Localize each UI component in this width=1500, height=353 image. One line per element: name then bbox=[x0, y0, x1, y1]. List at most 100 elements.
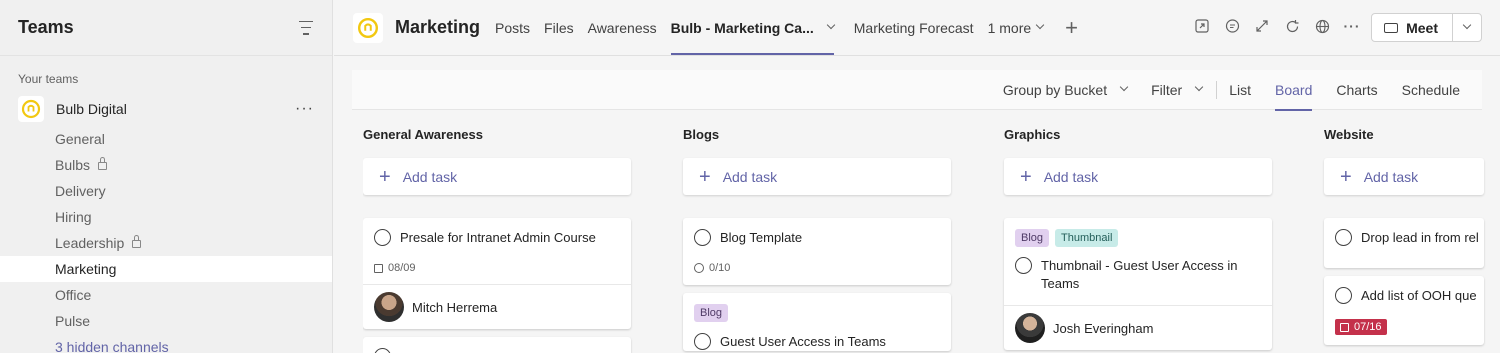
task-title-row: Drop lead in from rel bbox=[1324, 218, 1484, 247]
chat-icon[interactable] bbox=[1224, 18, 1240, 34]
task-board: General Awareness + Add task Presale for … bbox=[363, 117, 1500, 353]
add-task-button[interactable]: + Add task bbox=[363, 158, 631, 195]
chevron-down-icon bbox=[1035, 20, 1045, 29]
channel-delivery[interactable]: Delivery bbox=[0, 178, 332, 204]
complete-task-checkbox[interactable] bbox=[374, 229, 391, 246]
tab-more[interactable]: 1 more bbox=[988, 0, 1045, 56]
globe-icon[interactable] bbox=[1314, 18, 1330, 34]
meet-dropdown[interactable] bbox=[1453, 14, 1481, 41]
plus-icon: + bbox=[1020, 165, 1032, 188]
team-bulb-digital[interactable]: Bulb Digital ··· bbox=[0, 92, 332, 126]
filter-dropdown[interactable]: Filter bbox=[1151, 70, 1204, 110]
add-task-button[interactable]: + Add task bbox=[1004, 158, 1272, 195]
channel-title: Marketing bbox=[395, 17, 481, 37]
task-checklist: 0/10 bbox=[683, 247, 951, 285]
meet-control: Meet bbox=[1371, 13, 1482, 42]
channel-general[interactable]: General bbox=[0, 126, 332, 152]
plus-icon: + bbox=[379, 165, 391, 188]
refresh-icon[interactable] bbox=[1284, 18, 1300, 34]
bucket-graphics: Graphics + Add task Blog Thumbnail Thumbn… bbox=[1004, 117, 1272, 350]
task-title-row: Blog Template bbox=[683, 218, 951, 247]
more-options-icon[interactable]: ··· bbox=[295, 100, 314, 118]
task-title-row: Add list of OOH que bbox=[1324, 276, 1484, 305]
plus-icon: + bbox=[1340, 165, 1352, 188]
hidden-channels-link[interactable]: 3 hidden channels bbox=[0, 334, 332, 353]
bucket-title: Blogs bbox=[683, 126, 720, 142]
view-schedule[interactable]: Schedule bbox=[1402, 70, 1460, 110]
chevron-down-icon[interactable] bbox=[826, 20, 835, 29]
channel-office[interactable]: Office bbox=[0, 282, 332, 308]
complete-task-checkbox[interactable] bbox=[1335, 229, 1352, 246]
channel-pulse[interactable]: Pulse bbox=[0, 308, 332, 334]
complete-task-checkbox[interactable] bbox=[374, 348, 391, 353]
add-task-label: Add task bbox=[402, 168, 458, 185]
team-name: Bulb Digital bbox=[56, 101, 127, 117]
channel-label: Leadership bbox=[55, 235, 125, 251]
channel-leadership[interactable]: Leadership bbox=[0, 230, 332, 256]
tab-files[interactable]: Files bbox=[544, 0, 574, 56]
complete-task-checkbox[interactable] bbox=[1015, 257, 1032, 274]
task-title: Blog Template bbox=[720, 230, 803, 245]
task-card[interactable]: Blog Thumbnail Thumbnail - Guest User Ac… bbox=[1004, 218, 1272, 350]
task-title-row: Presale for Intranet Admin Course bbox=[363, 218, 631, 247]
more-options-icon[interactable]: ··· bbox=[1344, 18, 1360, 34]
task-card[interactable]: Blog Guest User Access in Teams bbox=[683, 293, 951, 351]
channel-label: Office bbox=[55, 287, 92, 303]
view-board[interactable]: Board bbox=[1275, 70, 1313, 111]
task-title: Drop lead in from rel bbox=[1361, 230, 1479, 245]
add-task-label: Add task bbox=[722, 168, 778, 185]
complete-task-checkbox[interactable] bbox=[1335, 287, 1352, 304]
sidebar-title: Teams bbox=[18, 17, 74, 37]
add-tab-icon[interactable]: + bbox=[1065, 15, 1078, 41]
bulb-logo-icon bbox=[353, 12, 383, 43]
view-charts[interactable]: Charts bbox=[1336, 70, 1377, 110]
checklist-icon bbox=[694, 263, 704, 273]
assignee-name: Mitch Herrema bbox=[412, 299, 498, 315]
add-task-button[interactable]: + Add task bbox=[1324, 158, 1484, 195]
plus-icon: + bbox=[699, 165, 711, 188]
complete-task-checkbox[interactable] bbox=[694, 229, 711, 246]
channel-label: Marketing bbox=[55, 261, 117, 277]
chevron-down-icon bbox=[1462, 20, 1472, 29]
due-date: 08/09 bbox=[388, 262, 416, 274]
filter-label: Filter bbox=[1151, 81, 1183, 98]
task-due: 07/16 bbox=[1324, 305, 1484, 345]
bucket-general-awareness: General Awareness + Add task Presale for … bbox=[363, 117, 631, 353]
tab-marketing-forecast[interactable]: Marketing Forecast bbox=[854, 0, 974, 56]
label-thumbnail: Thumbnail bbox=[1055, 229, 1119, 247]
label-blog: Blog bbox=[1015, 229, 1050, 247]
tab-bulb-marketing[interactable]: Bulb - Marketing Ca... bbox=[670, 0, 835, 56]
channel-hiring[interactable]: Hiring bbox=[0, 204, 332, 230]
expand-icon[interactable] bbox=[1254, 18, 1270, 34]
due-date: 07/16 bbox=[1354, 321, 1382, 333]
task-assignee: Josh Everingham bbox=[1004, 305, 1272, 350]
teams-sidebar: Teams Your teams Bulb Digital ··· Genera… bbox=[0, 0, 333, 353]
bucket-blogs: Blogs + Add task Blog Template 0/10 Blog … bbox=[683, 117, 951, 351]
chevron-down-icon bbox=[1194, 82, 1204, 91]
meet-button[interactable]: Meet bbox=[1372, 14, 1453, 41]
complete-task-checkbox[interactable] bbox=[694, 333, 711, 350]
task-card[interactable]: Blog Template 0/10 bbox=[683, 218, 951, 285]
add-task-button[interactable]: + Add task bbox=[683, 158, 951, 195]
task-card[interactable] bbox=[363, 337, 631, 353]
group-by-dropdown[interactable]: Group by Bucket bbox=[1003, 70, 1129, 110]
view-list[interactable]: List bbox=[1229, 70, 1251, 110]
task-title-row: Thumbnail - Guest User Access in Teams bbox=[1004, 247, 1272, 305]
planner-content: Group by Bucket Filter List Board Charts… bbox=[334, 57, 1500, 353]
channel-label: Delivery bbox=[55, 183, 106, 199]
task-card[interactable]: Drop lead in from rel bbox=[1324, 218, 1484, 268]
channel-label: General bbox=[55, 131, 105, 147]
tab-posts[interactable]: Posts bbox=[495, 0, 530, 56]
planner-toolbar: Group by Bucket Filter List Board Charts… bbox=[352, 70, 1482, 111]
task-card[interactable]: Presale for Intranet Admin Course 08/09 … bbox=[363, 218, 631, 329]
channel-marketing[interactable]: Marketing bbox=[0, 256, 332, 282]
tab-awareness[interactable]: Awareness bbox=[588, 0, 657, 56]
popout-icon[interactable] bbox=[1194, 18, 1210, 34]
filter-icon[interactable] bbox=[298, 20, 314, 35]
task-title: Presale for Intranet Admin Course bbox=[400, 230, 596, 245]
assignee-name: Josh Everingham bbox=[1053, 320, 1154, 336]
bucket-title: General Awareness bbox=[363, 126, 483, 142]
lock-icon bbox=[98, 157, 108, 170]
task-card[interactable]: Add list of OOH que 07/16 bbox=[1324, 276, 1484, 345]
channel-bulbs[interactable]: Bulbs bbox=[0, 152, 332, 178]
